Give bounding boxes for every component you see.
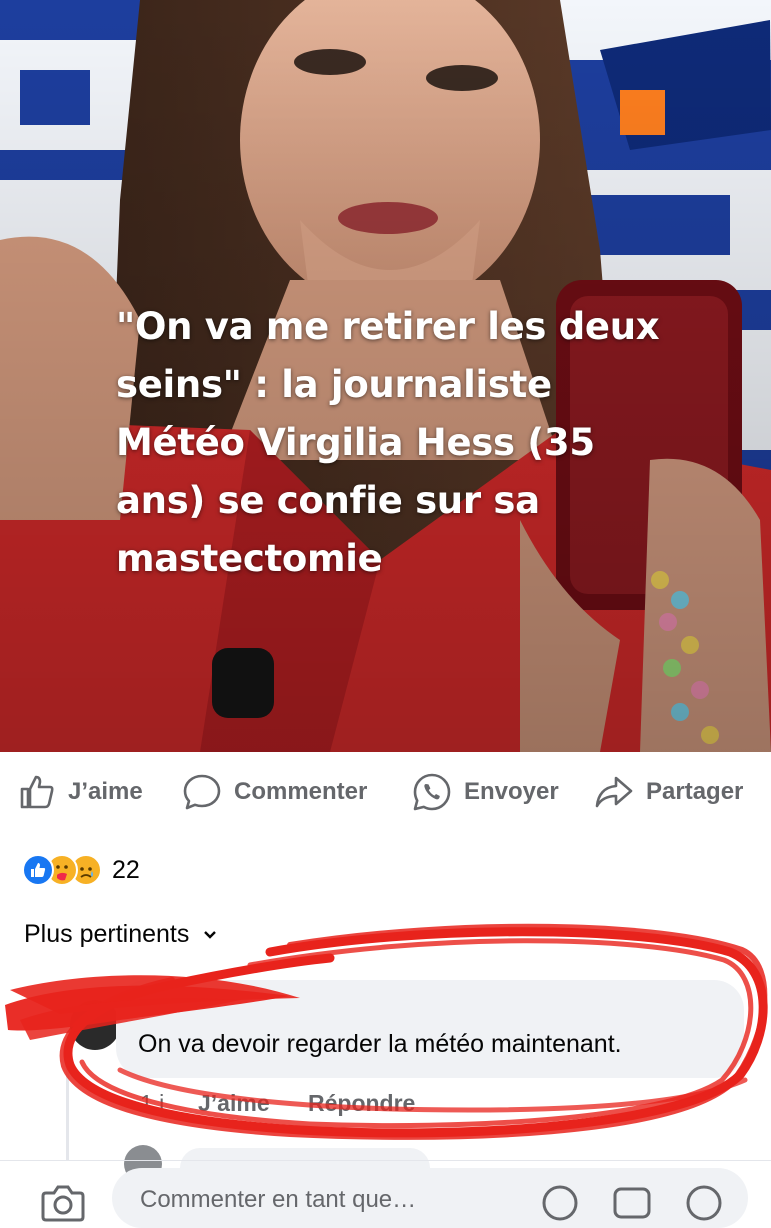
like-button[interactable]: J’aime <box>18 752 143 832</box>
sort-label: Plus pertinents <box>24 920 190 948</box>
send-label: Envoyer <box>464 778 559 805</box>
whatsapp-icon <box>413 773 451 811</box>
post-action-bar: J’aime Commenter Envoyer Partager <box>0 752 771 832</box>
chevron-down-icon <box>204 930 217 939</box>
like-label: J’aime <box>68 778 143 805</box>
comment-bubble-icon <box>183 774 221 810</box>
share-label: Partager <box>646 778 744 805</box>
emoji-icon[interactable] <box>684 1183 724 1223</box>
post-headline: "On va me retirer les deux seins" : la j… <box>116 305 660 580</box>
reaction-count: 22 <box>112 855 140 884</box>
divider <box>0 1160 771 1161</box>
comment-button[interactable]: Commenter <box>182 752 367 832</box>
comment-bubble[interactable] <box>116 980 744 1078</box>
share-arrow-icon <box>595 776 633 808</box>
avatar-sticker-icon[interactable] <box>540 1183 580 1223</box>
thumbs-up-icon <box>20 775 54 809</box>
camera-icon[interactable] <box>40 1183 86 1223</box>
share-button[interactable]: Partager <box>594 752 743 832</box>
post-image[interactable]: "On va me retirer les deux seins" : la j… <box>0 0 771 752</box>
comment-text: On va devoir regarder la météo maintenan… <box>138 1030 622 1058</box>
reaction-summary[interactable]: 22 <box>22 852 140 888</box>
comment-time: 1 j <box>140 1090 165 1116</box>
thread-line <box>66 1040 69 1160</box>
comment-reply-link[interactable]: Répondre <box>308 1090 415 1117</box>
send-button[interactable]: Envoyer <box>412 752 559 832</box>
gif-icon[interactable] <box>612 1183 652 1223</box>
comment-sort-dropdown[interactable]: Plus pertinents <box>24 920 217 949</box>
commenter-avatar[interactable] <box>70 1000 120 1050</box>
comment-like-link[interactable]: J’aime <box>198 1090 270 1117</box>
comment-input-placeholder: Commenter en tant que… <box>140 1186 417 1213</box>
like-icon <box>22 854 54 886</box>
comment-label: Commenter <box>234 778 368 805</box>
